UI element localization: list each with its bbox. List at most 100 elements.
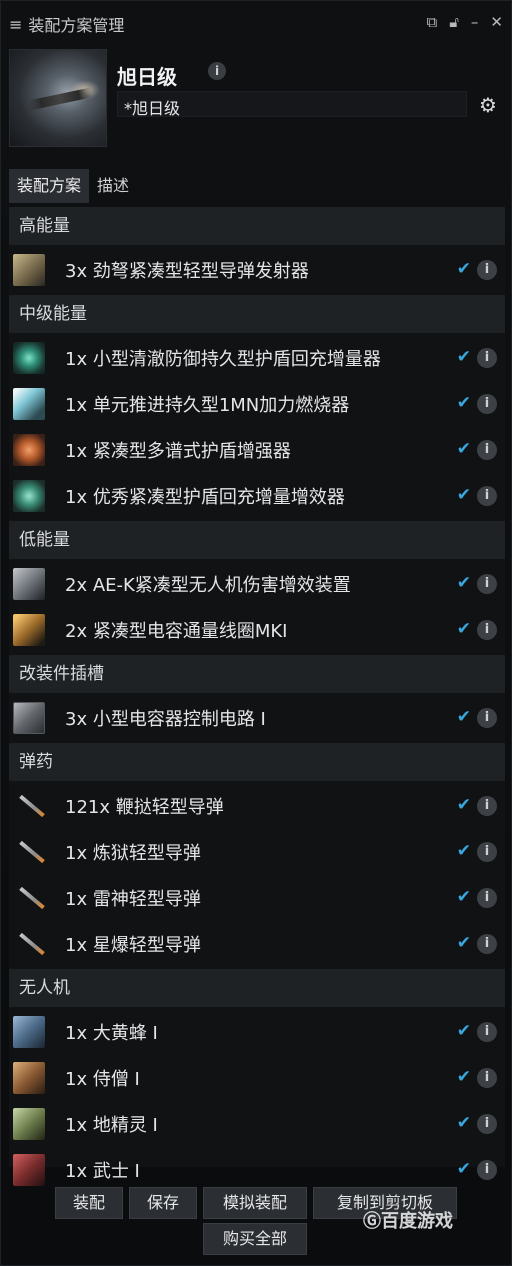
title-bar: ≡ 装配方案管理 ⧉ 🔓︎ – ✕ (1, 1, 512, 47)
section-low-slots: 低能量 (9, 521, 505, 559)
list-item[interactable]: 1x 地精灵 I ✔ i (9, 1103, 505, 1145)
list-item[interactable]: 1x 小型清澈防御持久型护盾回充增量器 ✔ i (9, 337, 505, 379)
list-item[interactable]: 3x 小型电容器控制电路 I ✔ i (9, 697, 505, 739)
item-label: 2x 紧凑型电容通量线圈MKI (65, 621, 288, 642)
item-label: 1x 小型清澈防御持久型护盾回充增量器 (65, 349, 381, 370)
list-item[interactable]: 121x 鞭挞轻型导弹 ✔ i (9, 785, 505, 827)
item-label: 1x 雷神轻型导弹 (65, 889, 201, 910)
check-icon: ✔ (456, 1159, 471, 1179)
check-icon: ✔ (456, 1113, 471, 1133)
info-icon[interactable]: i (477, 260, 497, 280)
ship-image[interactable] (9, 49, 107, 147)
check-icon: ✔ (456, 933, 471, 953)
info-icon[interactable]: i (477, 348, 497, 368)
list-item[interactable]: 2x 紧凑型电容通量线圈MKI ✔ i (9, 609, 505, 651)
buy-all-button[interactable]: 购买全部 (203, 1223, 307, 1255)
info-icon[interactable]: i (477, 620, 497, 640)
item-label: 1x 侍僧 I (65, 1069, 140, 1090)
shield-booster-icon (13, 342, 45, 374)
drone-warrior-icon (13, 1154, 45, 1186)
item-label: 3x 小型电容器控制电路 I (65, 709, 266, 730)
check-icon: ✔ (456, 347, 471, 367)
item-label: 1x 炼狱轻型导弹 (65, 843, 201, 864)
info-icon[interactable]: i (208, 62, 226, 80)
info-icon[interactable]: i (477, 708, 497, 728)
list-item[interactable]: 1x 紧凑型多谱式护盾增强器 ✔ i (9, 429, 505, 471)
list-item[interactable]: 1x 优秀紧凑型护盾回充增量增效器 ✔ i (9, 475, 505, 517)
simulate-fit-button[interactable]: 模拟装配 (203, 1187, 307, 1219)
info-icon[interactable]: i (477, 486, 497, 506)
check-icon: ✔ (456, 795, 471, 815)
check-icon: ✔ (456, 841, 471, 861)
list-item[interactable]: 1x 雷神轻型导弹 ✔ i (9, 877, 505, 919)
drone-acolyte-icon (13, 1062, 45, 1094)
list-item[interactable]: 3x 劲弩紧凑型轻型导弹发射器 ✔ i (9, 249, 505, 291)
check-icon: ✔ (456, 1067, 471, 1087)
check-icon: ✔ (456, 259, 471, 279)
list-item[interactable]: 1x 炼狱轻型导弹 ✔ i (9, 831, 505, 873)
info-icon[interactable]: i (477, 796, 497, 816)
missile-icon (13, 790, 45, 822)
check-icon: ✔ (456, 887, 471, 907)
list-item[interactable]: 1x 侍僧 I ✔ i (9, 1057, 505, 1099)
check-icon: ✔ (456, 1021, 471, 1041)
watermark-text: 百度游戏 (381, 1211, 453, 1232)
info-icon[interactable]: i (477, 574, 497, 594)
info-icon[interactable]: i (477, 1022, 497, 1042)
section-drones: 无人机 (9, 969, 505, 1007)
launcher-icon (13, 254, 45, 286)
shield-hardener-icon (13, 434, 45, 466)
list-item[interactable]: 1x 大黄蜂 I ✔ i (9, 1011, 505, 1053)
info-icon[interactable]: i (477, 842, 497, 862)
item-label: 1x 单元推进持久型1MN加力燃烧器 (65, 395, 350, 416)
check-icon: ✔ (456, 619, 471, 639)
window-title: 装配方案管理 (28, 16, 125, 35)
info-icon[interactable]: i (477, 1160, 497, 1180)
drone-hornet-icon (13, 1016, 45, 1048)
drone-hobgoblin-icon (13, 1108, 45, 1140)
window-controls: ⧉ 🔓︎ – ✕ (426, 13, 503, 31)
list-item[interactable]: 1x 武士 I ✔ i (9, 1149, 505, 1191)
close-icon[interactable]: ✕ (490, 13, 503, 31)
item-label: 1x 地精灵 I (65, 1115, 158, 1136)
item-label: 1x 紧凑型多谱式护盾增强器 (65, 441, 291, 462)
missile-icon (13, 928, 45, 960)
compact-icon[interactable]: ⧉ (426, 13, 437, 31)
section-high-slots: 高能量 (9, 207, 505, 245)
section-rig-slots: 改装件插槽 (9, 655, 505, 693)
info-icon[interactable]: i (477, 440, 497, 460)
gear-icon[interactable]: ⚙ (479, 93, 497, 117)
item-label: 1x 大黄蜂 I (65, 1023, 158, 1044)
fit-button[interactable]: 装配 (55, 1187, 123, 1219)
item-label: 121x 鞭挞轻型导弹 (65, 797, 224, 818)
section-ammo: 弹药 (9, 743, 505, 781)
check-icon: ✔ (456, 439, 471, 459)
tab-description[interactable]: 描述 (89, 169, 137, 203)
list-item[interactable]: 1x 单元推进持久型1MN加力燃烧器 ✔ i (9, 383, 505, 425)
missile-icon (13, 836, 45, 868)
fitting-name-field[interactable]: *旭日级 (117, 91, 467, 118)
info-icon[interactable]: i (477, 888, 497, 908)
item-label: 2x AE-K紧凑型无人机伤害增效装置 (65, 575, 351, 596)
check-icon: ✔ (456, 573, 471, 593)
menu-icon[interactable]: ≡ (9, 15, 22, 34)
item-label: 1x 武士 I (65, 1161, 140, 1182)
check-icon: ✔ (456, 485, 471, 505)
info-icon[interactable]: i (477, 1068, 497, 1088)
ship-name: 旭日级 (117, 65, 177, 89)
info-icon[interactable]: i (477, 934, 497, 954)
rig-icon (13, 702, 45, 734)
drone-damage-icon (13, 568, 45, 600)
info-icon[interactable]: i (477, 1114, 497, 1134)
check-icon: ✔ (456, 707, 471, 727)
watermark: Ⓖ百度游戏 (363, 1207, 453, 1233)
tab-fitting[interactable]: 装配方案 (9, 169, 90, 203)
lock-icon[interactable]: 🔓︎ (449, 13, 459, 31)
list-item[interactable]: 2x AE-K紧凑型无人机伤害增效装置 ✔ i (9, 563, 505, 605)
minimize-icon[interactable]: – (471, 13, 479, 31)
info-icon[interactable]: i (477, 394, 497, 414)
list-item[interactable]: 1x 星爆轻型导弹 ✔ i (9, 923, 505, 965)
save-button[interactable]: 保存 (129, 1187, 197, 1219)
boost-amplifier-icon (13, 480, 45, 512)
fitting-management-window: ≡ 装配方案管理 ⧉ 🔓︎ – ✕ 旭日级 i *旭日级 ⚙ 装配方案 描述 高… (0, 0, 512, 1266)
